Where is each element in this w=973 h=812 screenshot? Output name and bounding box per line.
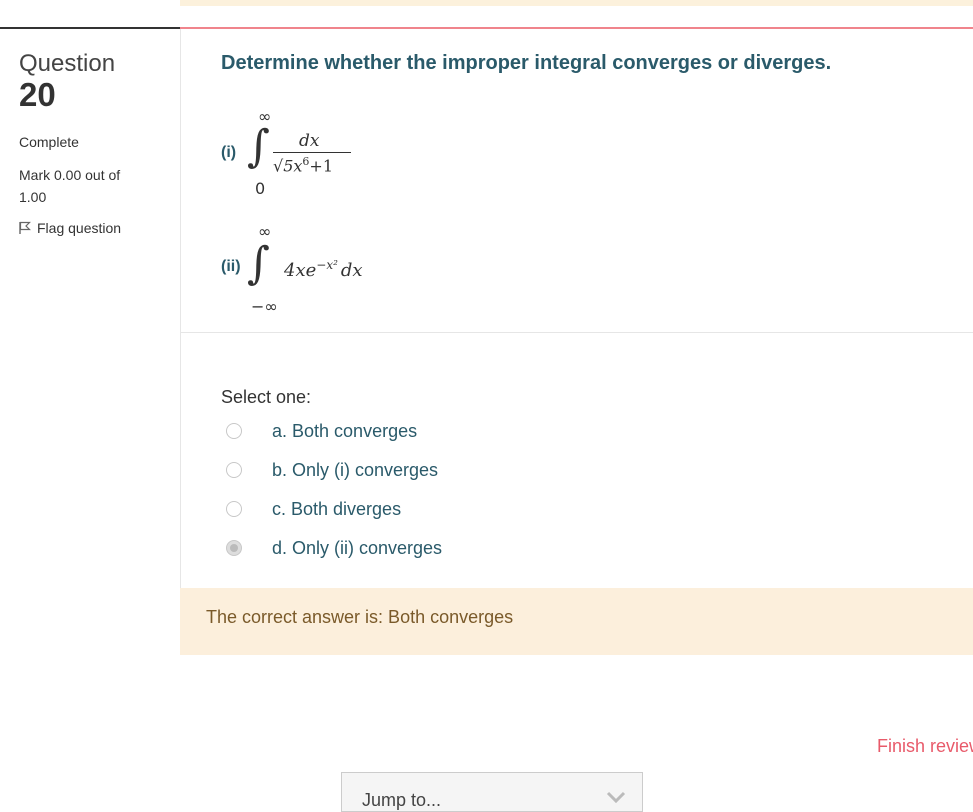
part-i-fraction-bar [273,152,351,153]
correct-answer-feedback: The correct answer is: Both converges [180,588,973,655]
finish-review-link[interactable]: Finish review [877,736,973,757]
part-i-integral-sign: ∫ [247,121,270,172]
answer-area: Select one: a. Both converges b. Only (i… [180,332,973,588]
question-mark: Mark 0.00 out of 1.00 [19,167,121,205]
option-b-radio[interactable] [226,462,242,478]
part-i-lower-limit: 0 [255,179,266,198]
select-one-prompt: Select one: [221,387,312,407]
part-ii-integral-sign: ∫ [247,238,270,289]
question-word: Question [19,50,116,77]
option-c-radio[interactable] [226,501,242,517]
flag-question-label: Flag question [37,220,122,236]
part-ii-lower-limit: −∞ [251,297,278,316]
jump-to-placeholder: Jump to... [362,790,442,810]
option-b[interactable]: b. Only (i) converges [226,459,438,481]
info-divider [0,27,180,29]
option-c[interactable]: c. Both diverges [226,498,401,520]
top-feedback-strip [180,0,973,6]
question-text: Determine whether the improper integral … [221,52,832,74]
option-d-radio[interactable] [226,540,242,556]
jump-to-select[interactable]: Jump to... [341,772,643,812]
correct-answer-text: The correct answer is: Both converges [206,607,514,627]
question-info: Question 20 Complete Mark 0.00 out of 1.… [19,50,169,236]
chevron-down-icon [606,791,626,803]
part-ii-label: (ii) [221,258,241,275]
flag-icon [19,221,31,234]
question-state: Complete [19,134,79,150]
part-i-numerator: dx [299,131,320,151]
option-a-radio[interactable] [226,423,242,439]
option-a-label[interactable]: a. Both converges [272,421,417,442]
question-text-area: Determine whether the improper integral … [180,29,973,333]
option-d-label[interactable]: d. Only (ii) converges [272,538,442,559]
part-ii-integrand: 4xe−x² dx [284,258,363,281]
option-d[interactable]: d. Only (ii) converges [226,537,442,559]
option-a[interactable]: a. Both converges [226,420,417,442]
question-number: 20 [19,76,56,113]
part-i-label: (i) [221,144,237,161]
part-i-denominator: √5x6+1 [273,155,333,176]
flag-question-button[interactable]: Flag question [19,220,169,236]
option-c-label[interactable]: c. Both diverges [272,499,401,520]
option-b-label[interactable]: b. Only (i) converges [272,460,438,481]
